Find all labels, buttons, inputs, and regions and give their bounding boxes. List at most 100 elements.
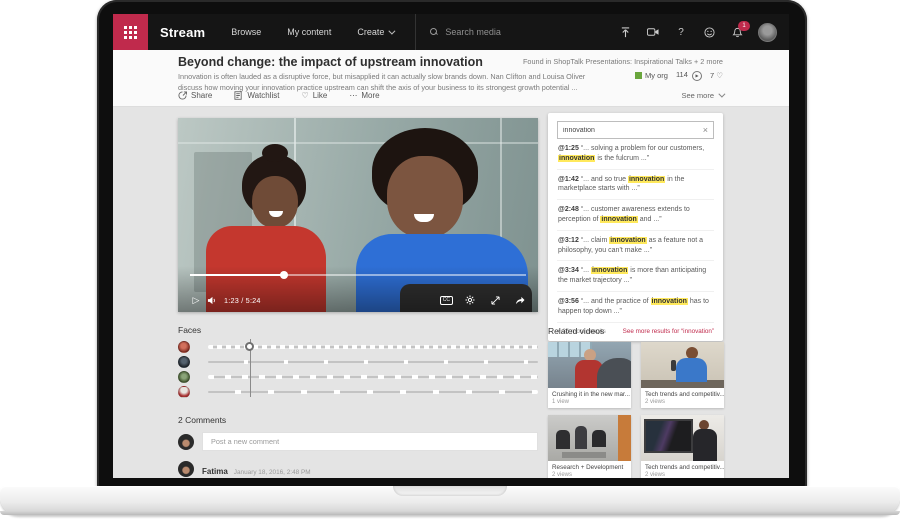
feedback-smiley-button[interactable] (702, 25, 716, 39)
related-videos-section: Related videos Crushing it in the new ma… (548, 326, 724, 478)
faces-section: Faces (178, 325, 538, 399)
transcript-result[interactable]: @1:25“... solving a problem for our cust… (557, 139, 714, 170)
transcript-timestamp[interactable]: @1:42 (558, 176, 579, 183)
app-launcher-button[interactable] (113, 14, 148, 50)
share-video-button[interactable] (512, 293, 528, 307)
video-progress-played (190, 274, 284, 276)
new-comment-input[interactable] (202, 432, 538, 451)
face-track (178, 339, 538, 354)
heart-icon: ♡ (716, 71, 723, 80)
app-title: Stream (160, 25, 205, 40)
face-track (178, 384, 538, 399)
related-video-card[interactable]: Research + Development 2 views (548, 415, 631, 478)
commenter-avatar (178, 461, 194, 477)
help-button[interactable]: ? (674, 25, 688, 39)
play-button[interactable]: ▷ (188, 293, 204, 307)
related-video-card[interactable]: Crushing it in the new mar... 1 view (548, 342, 631, 408)
related-video-title[interactable]: Research + Development (548, 461, 631, 471)
share-icon (178, 91, 187, 100)
like-button[interactable]: ♡ Like (302, 91, 328, 100)
face-timeline[interactable] (208, 376, 538, 378)
transcript-result[interactable]: @3:12“... claim innovation as a feature … (557, 231, 714, 262)
related-video-thumbnail[interactable] (641, 342, 724, 388)
comment-item: FatimaJanuary 18, 2016, 2:48 PM I agree … (178, 461, 538, 478)
commenter-name[interactable]: Fatima (202, 467, 228, 476)
search-media-box[interactable]: Search media (415, 14, 606, 50)
transcript-search-input[interactable] (563, 127, 703, 134)
face-avatar[interactable] (178, 341, 190, 353)
watchlist-button[interactable]: Watchlist (234, 91, 279, 100)
transcript-timestamp[interactable]: @3:56 (558, 298, 579, 305)
related-videos-title: Related videos (548, 326, 724, 336)
related-video-thumbnail[interactable] (641, 415, 724, 461)
related-video-title[interactable]: Tech trends and competitiv... (641, 461, 724, 471)
chevron-down-icon (718, 91, 725, 98)
faces-timelines (178, 339, 538, 399)
transcript-result[interactable]: @1:42“... and so true innovation in the … (557, 170, 714, 201)
transcript-search-box[interactable]: × (557, 121, 714, 139)
face-avatar[interactable] (178, 356, 190, 368)
chevron-down-icon (389, 28, 396, 35)
related-video-views: 2 views (641, 398, 724, 408)
volume-button[interactable] (204, 293, 220, 307)
main-content: ▷ 1:23 / 5:24 CC (113, 106, 789, 478)
camera-button[interactable] (646, 25, 660, 39)
transcript-result[interactable]: @3:56“... and the practice of innovation… (557, 292, 714, 323)
transcript-timestamp[interactable]: @2:48 (558, 206, 579, 213)
transcript-highlight: innovation (600, 216, 637, 223)
face-avatar[interactable] (178, 371, 190, 383)
related-video-title[interactable]: Crushing it in the new mar... (548, 388, 631, 398)
fullscreen-button[interactable] (487, 293, 503, 307)
face-timeline[interactable] (208, 361, 538, 363)
face-avatar[interactable] (178, 386, 190, 398)
found-in-channels[interactable]: Found in ShopTalk Presentations: Inspira… (523, 57, 723, 66)
top-nav: Stream Browse My content Create Search m… (113, 14, 789, 50)
related-video-views: 2 views (641, 471, 724, 478)
video-player[interactable]: ▷ 1:23 / 5:24 CC (178, 118, 538, 312)
transcript-search-panel: × @1:25“... solving a problem for our cu… (548, 113, 723, 341)
seek-handle[interactable] (280, 271, 288, 279)
notification-badge: 1 (738, 21, 750, 31)
comments-title: 2 Comments (178, 415, 538, 425)
search-icon (430, 28, 438, 36)
video-header: Beyond change: the impact of upstream in… (113, 50, 789, 107)
nav-create[interactable]: Create (357, 27, 393, 37)
more-button[interactable]: ⋯ More (349, 91, 379, 100)
see-more-toggle[interactable]: See more (681, 91, 723, 100)
face-timeline[interactable] (208, 346, 538, 348)
related-video-title[interactable]: Tech trends and competitiv... (641, 388, 724, 398)
like-heart-icon: ♡ (302, 91, 309, 100)
transcript-result[interactable]: @3:34“... innovation is more than antici… (557, 261, 714, 292)
share-button[interactable]: Share (178, 91, 212, 100)
transcript-timestamp[interactable]: @3:34 (558, 267, 579, 274)
transcript-result[interactable]: @2:48“... customer awareness extends to … (557, 200, 714, 231)
comment-date: January 18, 2016, 2:48 PM (234, 469, 311, 476)
seek-bar[interactable] (190, 274, 526, 276)
transcript-highlight: innovation (591, 267, 628, 274)
player-controls: ▷ 1:23 / 5:24 CC (178, 266, 538, 312)
transcript-highlight: innovation (609, 237, 646, 244)
transcript-timestamp[interactable]: @1:25 (558, 145, 579, 152)
closed-captions-button[interactable]: CC (440, 296, 453, 305)
face-timeline[interactable] (208, 391, 538, 393)
laptop-base (0, 486, 900, 515)
related-video-thumbnail[interactable] (548, 342, 631, 388)
close-icon[interactable]: × (703, 126, 708, 135)
waffle-icon (124, 26, 137, 39)
notifications-button[interactable]: 1 (730, 25, 744, 39)
privacy-label: My org (635, 71, 668, 80)
org-icon (635, 72, 642, 79)
nav-browse[interactable]: Browse (231, 27, 261, 37)
settings-button[interactable] (462, 293, 478, 307)
related-video-card[interactable]: Tech trends and competitiv... 2 views (641, 342, 724, 408)
related-video-thumbnail[interactable] (548, 415, 631, 461)
current-user-avatar (178, 434, 194, 450)
faces-playhead-marker[interactable] (245, 342, 254, 351)
related-video-card[interactable]: Tech trends and competitiv... 2 views (641, 415, 724, 478)
view-count: 114 ▶ (676, 70, 702, 81)
user-avatar[interactable] (758, 23, 777, 42)
page: Stream Browse My content Create Search m… (0, 0, 900, 525)
upload-button[interactable] (618, 25, 632, 39)
transcript-timestamp[interactable]: @3:12 (558, 237, 579, 244)
nav-my-content[interactable]: My content (287, 27, 331, 37)
